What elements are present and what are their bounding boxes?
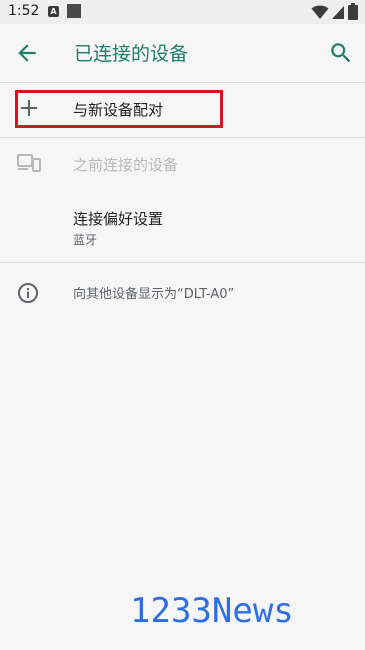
- arrow-back-icon[interactable]: [14, 40, 40, 66]
- connection-preferences-item[interactable]: 连接偏好设置 蓝牙: [0, 196, 365, 260]
- notification-square-icon: [67, 4, 81, 18]
- battery-icon: [348, 3, 358, 20]
- signal-icon: [332, 6, 344, 19]
- watermark-logo: 1233News: [130, 591, 294, 631]
- page-title: 已连接的设备: [74, 43, 189, 65]
- notification-a-icon: A: [48, 6, 59, 17]
- info-icon: [18, 283, 38, 303]
- app-bar: 已连接的设备: [0, 24, 365, 83]
- wifi-icon: [311, 5, 329, 19]
- previous-devices-label: 之前连接的设备: [73, 156, 179, 174]
- device-visibility-label: 向其他设备显示为“DLT-A0”: [73, 287, 235, 302]
- status-time: 1:52: [8, 3, 40, 19]
- search-icon[interactable]: [328, 40, 354, 66]
- connection-preferences-summary: 蓝牙: [73, 233, 98, 247]
- previous-devices-item[interactable]: 之前连接的设备: [0, 138, 365, 188]
- connection-preferences-label: 连接偏好设置: [73, 210, 164, 228]
- highlight-box: [15, 90, 223, 128]
- devices-icon: [17, 154, 41, 172]
- status-bar: 1:52 A: [0, 0, 365, 24]
- device-visibility-info: 向其他设备显示为“DLT-A0”: [0, 263, 365, 321]
